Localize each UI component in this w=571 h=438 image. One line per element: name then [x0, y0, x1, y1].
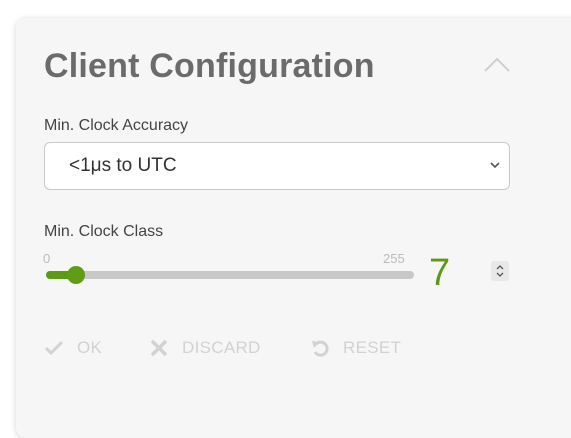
- discard-label: DISCARD: [182, 338, 261, 357]
- clock-class-label: Min. Clock Class: [44, 223, 164, 240]
- check-icon: [44, 340, 64, 356]
- clock-class-stepper[interactable]: [491, 261, 509, 281]
- clock-accuracy-value: <1μs to UTC: [69, 155, 177, 176]
- clock-accuracy-select[interactable]: <1μs to UTC: [44, 142, 510, 190]
- slider-min-label: 0: [43, 251, 51, 266]
- undo-icon: [312, 340, 329, 357]
- discard-button[interactable]: DISCARD: [149, 337, 279, 359]
- panel-title: Client Configuration: [44, 47, 375, 85]
- ok-button[interactable]: OK: [44, 337, 124, 359]
- chevron-up-icon: [484, 57, 510, 72]
- ok-label: OK: [77, 338, 103, 357]
- x-icon: [150, 339, 168, 357]
- collapse-button[interactable]: [482, 50, 512, 76]
- reset-button[interactable]: RESET: [310, 337, 420, 359]
- reset-label: RESET: [343, 338, 402, 357]
- clock-class-value: 7: [429, 252, 451, 294]
- clock-accuracy-label: Min. Clock Accuracy: [44, 117, 189, 134]
- slider-max-label: 255: [383, 251, 405, 266]
- clock-class-slider[interactable]: [46, 266, 414, 284]
- slider-thumb[interactable]: [66, 266, 85, 284]
- up-down-arrows-icon: [496, 265, 504, 277]
- chevron-down-icon: [490, 162, 500, 169]
